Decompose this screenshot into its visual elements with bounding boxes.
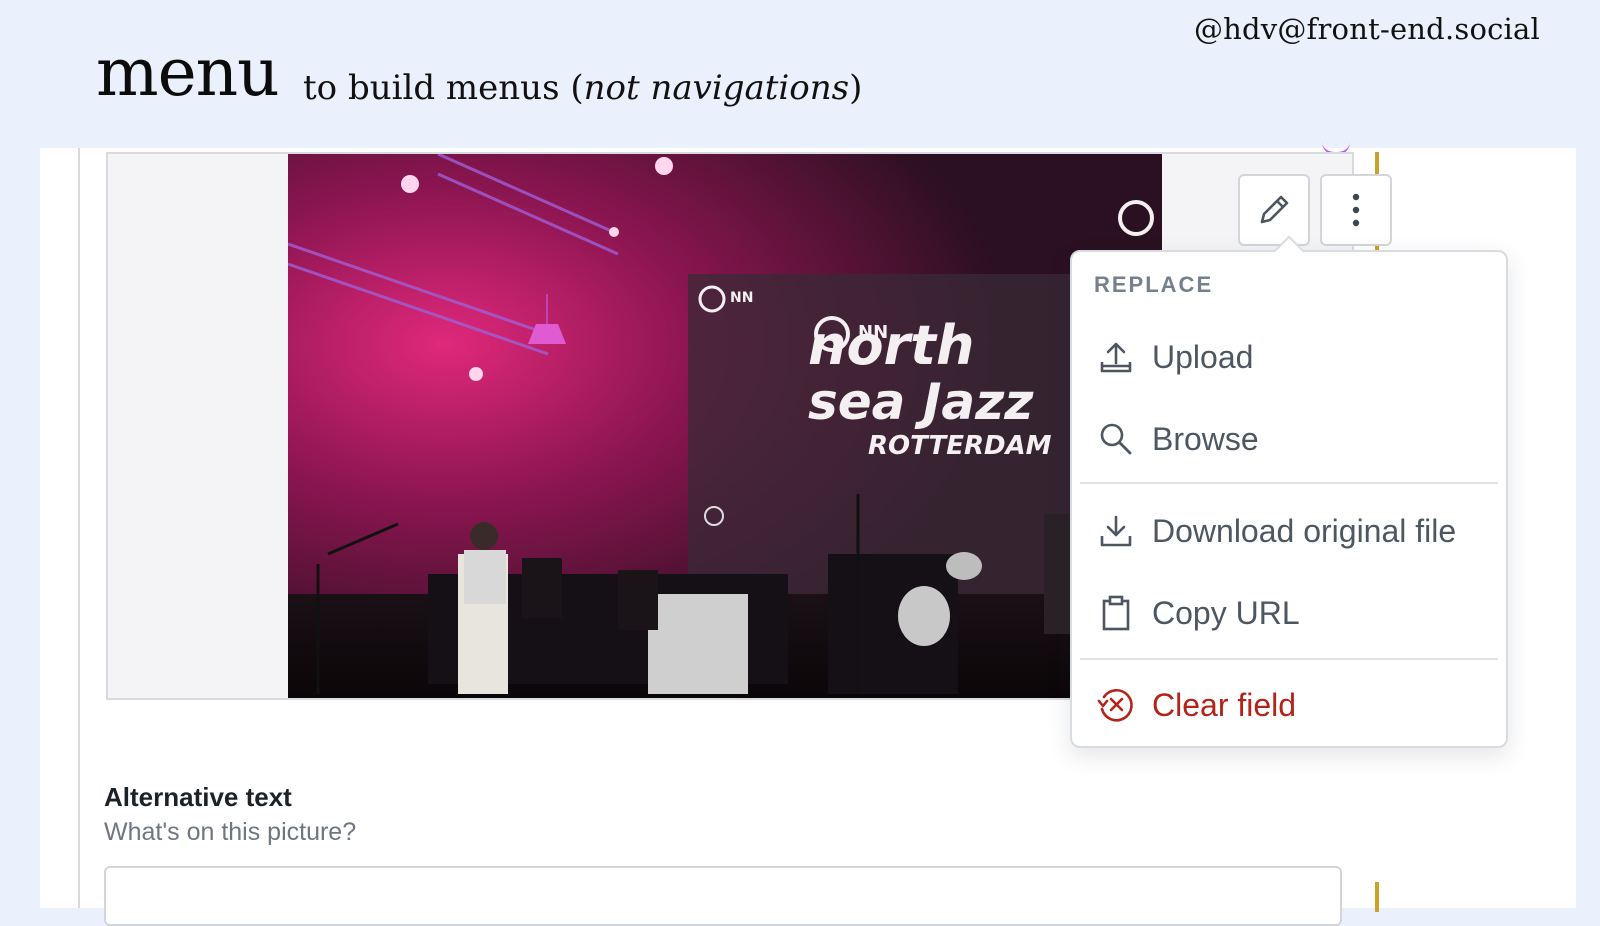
menu-divider <box>1080 658 1498 660</box>
alt-text-label: Alternative text <box>104 782 292 812</box>
menu-item-label: Download original file <box>1152 512 1457 549</box>
photo-text-nn-small: NN <box>730 290 753 306</box>
image-preview: north sea Jazz ROTTERDAM NN NN <box>288 154 1162 698</box>
menu-item-browse[interactable]: Browse <box>1072 404 1506 474</box>
menu-item-copy-url[interactable]: Copy URL <box>1072 578 1506 648</box>
menu-item-clear-field[interactable]: Clear field <box>1072 670 1506 740</box>
menu-item-label: Browse <box>1152 420 1259 457</box>
subtitle-prefix: to build menus ( <box>303 68 584 108</box>
replace-menu: REPLACE Upload Browse Download original … <box>1070 235 1508 748</box>
alt-text-hint: What's on this picture? <box>104 818 357 846</box>
clipboard-icon <box>1096 593 1136 633</box>
more-options-button[interactable] <box>1320 174 1392 246</box>
photo-text-nn: NN <box>858 322 888 343</box>
concert-photo: north sea Jazz ROTTERDAM NN NN <box>288 154 1162 698</box>
upload-icon <box>1096 337 1136 377</box>
search-icon <box>1096 419 1136 459</box>
photo-text-north: north <box>808 314 974 377</box>
subtitle-emphasis: not navigations <box>583 68 850 108</box>
photo-text-rotterdam: ROTTERDAM <box>868 431 1052 461</box>
menu-item-upload[interactable]: Upload <box>1072 322 1506 392</box>
left-border <box>78 148 80 908</box>
clear-circle-icon <box>1096 685 1136 725</box>
subtitle-suffix: ) <box>849 68 863 108</box>
menu-item-label: Clear field <box>1152 686 1297 723</box>
menu-item-label: Copy URL <box>1152 594 1300 631</box>
edit-button[interactable] <box>1238 174 1310 246</box>
vertical-dots-icon <box>1352 193 1360 227</box>
download-icon <box>1096 511 1136 551</box>
menu-divider <box>1080 482 1498 484</box>
field-status-bar-lower <box>1375 882 1379 912</box>
photo-text-seajazz: sea Jazz <box>808 373 1034 431</box>
author-handle: @hdv@front-end.social <box>1193 12 1540 46</box>
menu-item-label: Upload <box>1152 338 1254 375</box>
menu-heading: REPLACE <box>1094 272 1214 297</box>
slide-title: menu <box>96 34 280 111</box>
alt-text-input[interactable] <box>104 866 1342 926</box>
menu-item-download[interactable]: Download original file <box>1072 496 1506 566</box>
pencil-icon <box>1260 195 1289 224</box>
slide-subtitle: to build menus (not navigations) <box>303 68 862 108</box>
